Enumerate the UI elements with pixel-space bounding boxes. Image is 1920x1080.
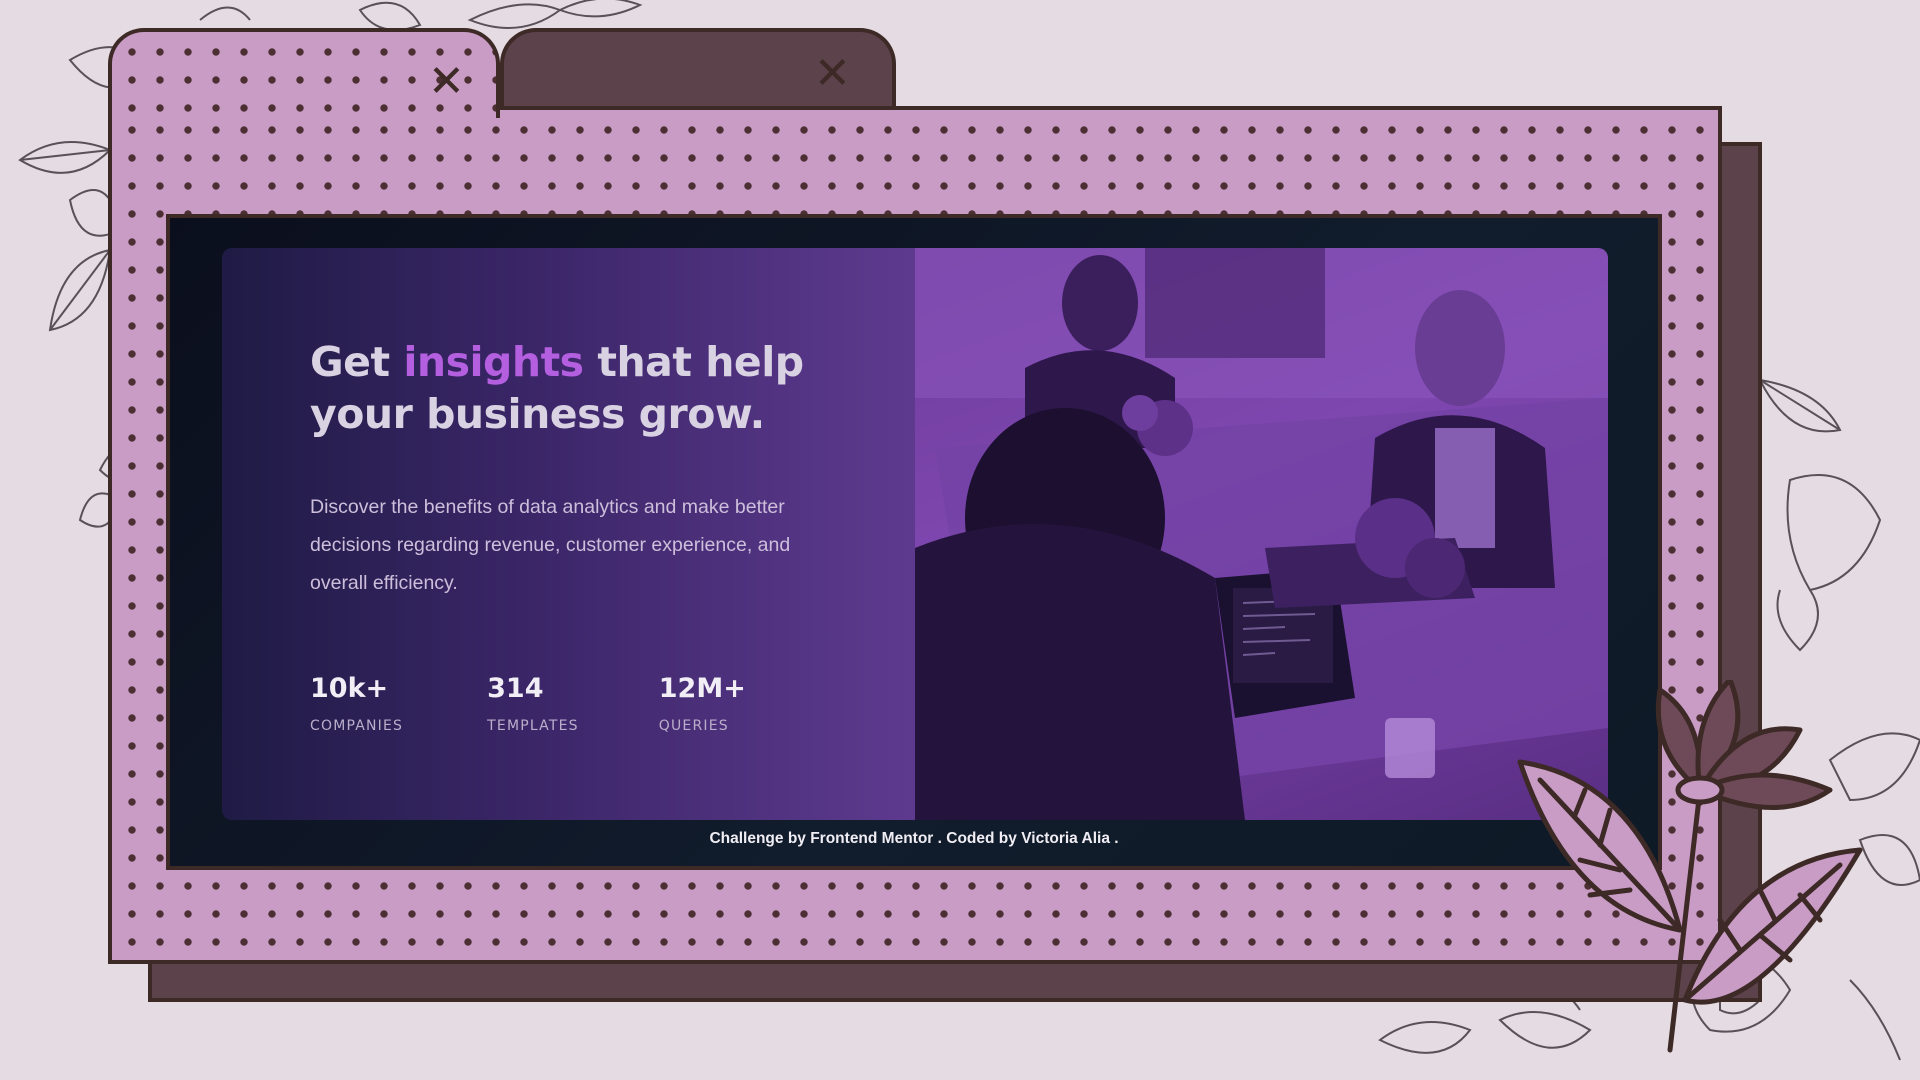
close-icon[interactable]: ✕ <box>814 52 851 96</box>
headline-accent: insights <box>403 338 584 386</box>
stat-value: 314 <box>487 673 544 704</box>
stat-label: TEMPLATES <box>487 718 579 734</box>
stat-templates: 314 TEMPLATES <box>487 672 579 734</box>
card-text-panel: Get insights that help your business gro… <box>222 248 915 820</box>
author-link[interactable]: Victoria Alia <box>1021 830 1110 847</box>
card-description: Discover the benefits of data analytics … <box>310 496 791 594</box>
stat-label: COMPANIES <box>310 718 404 734</box>
frontend-mentor-link[interactable]: Frontend Mentor <box>810 830 933 847</box>
headline-part1: Get <box>310 338 404 386</box>
card-headline: Get insights that help your business gro… <box>310 336 855 440</box>
stats-row: 10k+ COMPANIES 314 TEMPLATES 12M+ QUERIE… <box>310 672 830 734</box>
attribution-suffix: . <box>1114 830 1119 847</box>
flower-icon <box>1517 680 1863 1053</box>
stat-value: 12M+ <box>658 673 746 704</box>
attribution: Challenge by Frontend Mentor . Coded by … <box>170 830 1658 848</box>
close-icon[interactable]: ✕ <box>428 60 465 104</box>
stats-preview-card: Get insights that help your business gro… <box>222 248 1608 820</box>
stat-queries: 12M+ QUERIES <box>659 672 746 734</box>
preview-screen: Get insights that help your business gro… <box>166 214 1662 870</box>
tab-secondary[interactable]: ✕ <box>500 28 896 118</box>
stat-value: 10k+ <box>310 673 389 704</box>
tab-active[interactable]: ✕ <box>108 28 500 118</box>
stat-companies: 10k+ COMPANIES <box>310 672 403 734</box>
stat-label: QUERIES <box>658 718 729 734</box>
attribution-middle: . Coded by <box>937 830 1022 847</box>
attribution-prefix: Challenge by <box>709 830 811 847</box>
